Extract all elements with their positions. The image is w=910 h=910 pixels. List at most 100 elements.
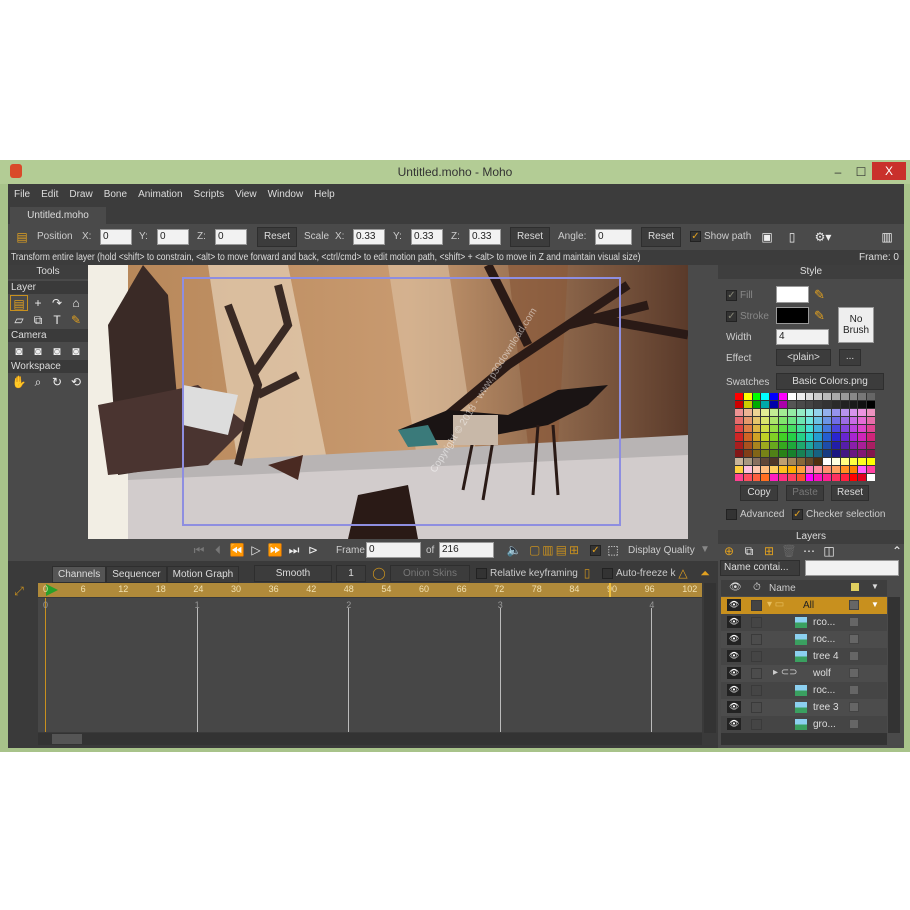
- color-swatch[interactable]: [831, 425, 840, 433]
- color-swatch[interactable]: [805, 457, 814, 465]
- color-swatch[interactable]: [752, 401, 761, 409]
- color-swatch[interactable]: [770, 401, 779, 409]
- color-swatch[interactable]: [858, 417, 867, 425]
- tab-channels[interactable]: Channels: [52, 566, 107, 583]
- color-swatch[interactable]: [770, 457, 779, 465]
- color-swatch[interactable]: [849, 409, 858, 417]
- reset-style-button[interactable]: Reset: [831, 485, 869, 501]
- color-swatch[interactable]: [752, 465, 761, 473]
- checker-selection-checkbox[interactable]: ✓: [792, 509, 803, 520]
- swatch-palette[interactable]: [735, 393, 875, 481]
- layer-color-box[interactable]: [849, 702, 859, 712]
- color-swatch[interactable]: [831, 433, 840, 441]
- rewind-start-icon[interactable]: ⏮: [190, 542, 208, 558]
- layer-row[interactable]: 👁 roc...: [721, 631, 887, 648]
- show-path-checkbox[interactable]: ✓: [690, 231, 701, 242]
- color-swatch[interactable]: [814, 457, 823, 465]
- delete-layer-icon[interactable]: 🗑: [780, 543, 798, 559]
- color-swatch[interactable]: [787, 457, 796, 465]
- maximize-button[interactable]: ☐: [850, 160, 872, 184]
- color-swatch[interactable]: [831, 393, 840, 401]
- play-icon[interactable]: ▷: [247, 542, 265, 558]
- visibility-eye-icon[interactable]: 👁: [727, 667, 741, 679]
- timer-toggle[interactable]: [751, 668, 762, 679]
- color-swatch[interactable]: [823, 441, 831, 449]
- color-swatch[interactable]: [770, 465, 779, 473]
- color-swatch[interactable]: [770, 417, 779, 425]
- timer-toggle[interactable]: [751, 702, 762, 713]
- color-swatch[interactable]: [849, 465, 858, 473]
- effect-dropdown[interactable]: <plain>: [776, 349, 831, 366]
- color-swatch[interactable]: [735, 425, 743, 433]
- color-swatch[interactable]: [796, 409, 805, 417]
- color-swatch[interactable]: [831, 441, 840, 449]
- visibility-eye-icon[interactable]: 👁: [727, 684, 741, 696]
- relative-keyframing-checkbox[interactable]: [476, 568, 487, 579]
- reset-position-button[interactable]: Reset: [257, 227, 297, 247]
- color-swatch[interactable]: [770, 473, 779, 481]
- no-brush-button[interactable]: No Brush: [838, 307, 874, 343]
- color-swatch[interactable]: [814, 433, 823, 441]
- color-swatch[interactable]: [770, 449, 779, 457]
- layer-color-box[interactable]: [849, 685, 859, 695]
- scale-x-input[interactable]: 0.33: [353, 229, 385, 245]
- color-swatch[interactable]: [743, 465, 752, 473]
- color-swatch[interactable]: [796, 401, 805, 409]
- display-quality-dropdown[interactable]: Display Quality: [628, 545, 695, 556]
- scale-y-input[interactable]: 0.33: [411, 229, 443, 245]
- color-swatch[interactable]: [823, 401, 831, 409]
- options-dropdown-icon[interactable]: ⚙▾: [808, 229, 838, 245]
- color-swatch[interactable]: [858, 393, 867, 401]
- menu-view[interactable]: View: [235, 189, 257, 200]
- swatches-dropdown[interactable]: Basic Colors.png: [776, 373, 884, 390]
- color-swatch[interactable]: [796, 457, 805, 465]
- color-swatch[interactable]: [752, 457, 761, 465]
- total-frames-input[interactable]: 216: [439, 542, 494, 558]
- color-swatch[interactable]: [752, 449, 761, 457]
- color-swatch[interactable]: [849, 473, 858, 481]
- timer-toggle[interactable]: [751, 651, 762, 662]
- color-swatch[interactable]: [796, 441, 805, 449]
- new-layer-icon[interactable]: ⊕: [720, 543, 738, 559]
- color-swatch[interactable]: [735, 417, 743, 425]
- color-swatch[interactable]: [735, 457, 743, 465]
- color-swatch[interactable]: [787, 401, 796, 409]
- reset-scale-button[interactable]: Reset: [510, 227, 550, 247]
- color-swatch[interactable]: [831, 401, 840, 409]
- color-swatch[interactable]: [858, 409, 867, 417]
- color-swatch[interactable]: [805, 433, 814, 441]
- menu-file[interactable]: File: [14, 189, 30, 200]
- color-swatch[interactable]: [840, 465, 849, 473]
- color-swatch[interactable]: [840, 457, 849, 465]
- menu-window[interactable]: Window: [268, 189, 304, 200]
- color-swatch[interactable]: [779, 441, 787, 449]
- panel-toggle-icon[interactable]: ▥: [878, 229, 896, 245]
- expand-icon[interactable]: ⤢: [10, 583, 28, 599]
- color-swatch[interactable]: [858, 433, 867, 441]
- color-swatch[interactable]: [770, 425, 779, 433]
- color-swatch[interactable]: [849, 393, 858, 401]
- color-swatch[interactable]: [761, 449, 770, 457]
- position-z-input[interactable]: 0: [215, 229, 247, 245]
- collapse-icon[interactable]: ⌃: [888, 543, 906, 559]
- color-swatch[interactable]: [867, 401, 875, 409]
- color-swatch[interactable]: [858, 465, 867, 473]
- color-swatch[interactable]: [867, 409, 875, 417]
- color-swatch[interactable]: [779, 473, 787, 481]
- orbit-workspace-icon[interactable]: ⟲: [67, 374, 85, 390]
- color-swatch[interactable]: [743, 401, 752, 409]
- color-swatch[interactable]: [867, 473, 875, 481]
- onion-skins-dropdown[interactable]: Onion Skins: [390, 565, 470, 582]
- color-swatch[interactable]: [787, 473, 796, 481]
- color-swatch[interactable]: [743, 449, 752, 457]
- color-swatch[interactable]: [743, 473, 752, 481]
- timer-toggle[interactable]: [751, 719, 762, 730]
- color-swatch[interactable]: [787, 425, 796, 433]
- color-swatch[interactable]: [743, 393, 752, 401]
- color-swatch[interactable]: [814, 393, 823, 401]
- copy-style-button[interactable]: Copy: [740, 485, 778, 501]
- close-button[interactable]: X: [872, 162, 906, 180]
- color-swatch[interactable]: [743, 457, 752, 465]
- layer-row[interactable]: 👁 ▸ ⊂⊃ wolf: [721, 665, 887, 682]
- color-swatch[interactable]: [752, 425, 761, 433]
